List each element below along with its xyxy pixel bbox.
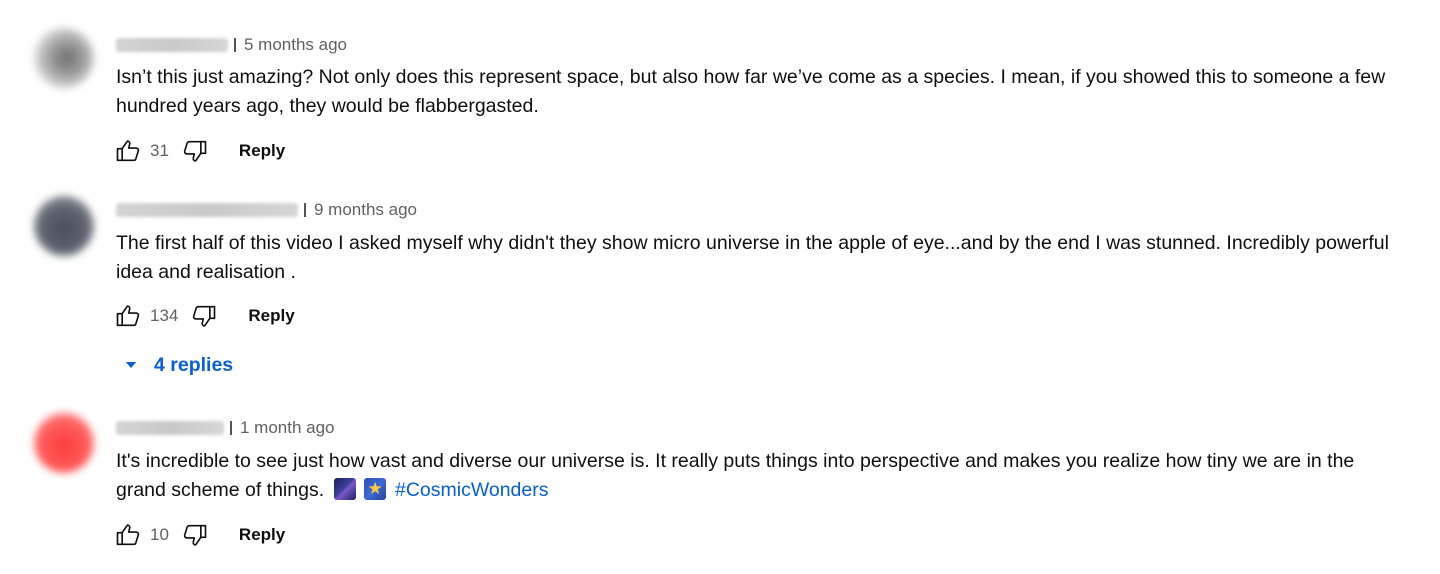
thumbs-up-icon[interactable] xyxy=(112,135,144,167)
thumbs-down-icon[interactable] xyxy=(179,519,211,551)
redaction-edge xyxy=(230,421,232,435)
comment-text: It's incredible to see just how vast and… xyxy=(116,447,1396,505)
comment-timestamp[interactable]: 1 month ago xyxy=(240,418,335,438)
shooting-star-emoji xyxy=(363,478,386,500)
comment-timestamp[interactable]: 5 months ago xyxy=(244,35,347,55)
reply-button[interactable]: Reply xyxy=(239,525,285,545)
redacted-username[interactable] xyxy=(116,421,224,435)
comment-header: 9 months ago xyxy=(116,198,417,222)
reply-button[interactable]: Reply xyxy=(248,306,294,326)
comment-body: It's incredible to see just how vast and… xyxy=(116,450,1355,501)
thumbs-up-icon[interactable] xyxy=(112,519,144,551)
like-count: 31 xyxy=(150,141,169,160)
hashtag-link[interactable]: #CosmicWonders xyxy=(395,479,549,501)
comment-actions: 10 Reply xyxy=(112,519,285,551)
comment-actions: 31 Reply xyxy=(112,135,285,167)
redacted-username[interactable] xyxy=(116,203,298,217)
redacted-username[interactable] xyxy=(116,38,228,52)
reply-button[interactable]: Reply xyxy=(239,141,285,161)
avatar[interactable] xyxy=(34,413,94,473)
comment-header: 5 months ago xyxy=(116,33,347,57)
thumbs-up-icon[interactable] xyxy=(112,300,144,332)
redaction-edge xyxy=(234,38,236,52)
comment-text: Isn’t this just amazing? Not only does t… xyxy=(116,66,1386,117)
comment-timestamp[interactable]: 9 months ago xyxy=(314,200,417,220)
comment-actions: 134 Reply xyxy=(112,300,295,332)
redaction-edge xyxy=(304,203,306,217)
thumbs-down-icon[interactable] xyxy=(179,135,211,167)
like-count: 10 xyxy=(150,525,169,544)
replies-count-label: 4 replies xyxy=(154,353,234,376)
comment-header: 1 month ago xyxy=(116,416,335,440)
thumbs-down-icon[interactable] xyxy=(188,300,220,332)
milky-way-emoji xyxy=(333,478,356,500)
show-replies-button[interactable]: 4 replies xyxy=(122,350,233,380)
caret-down-icon xyxy=(125,362,137,368)
avatar[interactable] xyxy=(34,196,94,256)
like-count: 134 xyxy=(150,306,179,325)
avatar[interactable] xyxy=(34,28,94,88)
comment-text: The first half of this video I asked mys… xyxy=(116,232,1389,283)
